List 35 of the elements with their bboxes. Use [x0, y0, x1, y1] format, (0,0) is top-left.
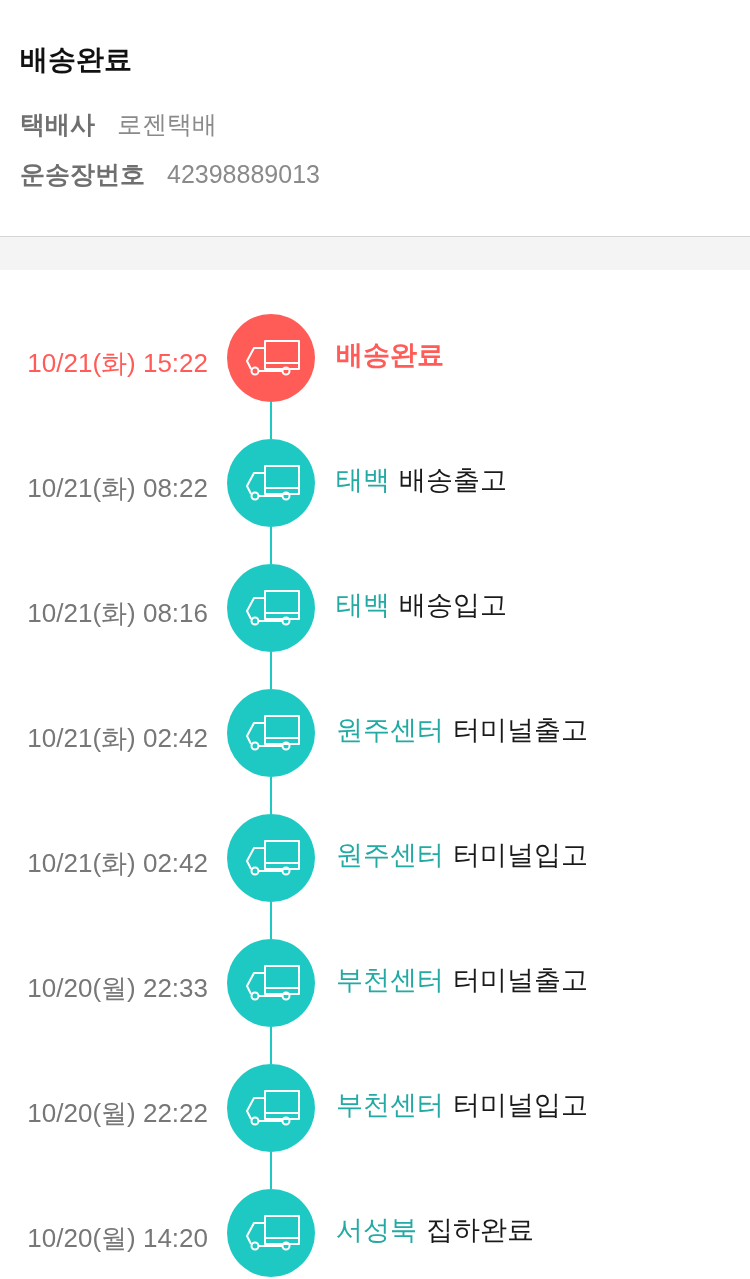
event-time: 10/20(월) 22:33 — [27, 971, 208, 1005]
event-status: 터미널출고 — [453, 963, 588, 997]
event-time: 10/20(월) 14:20 — [27, 1221, 208, 1255]
event-time: 10/21(화) 08:22 — [27, 471, 208, 505]
timeline-connector — [270, 1027, 272, 1064]
event-status: 터미널입고 — [453, 838, 588, 872]
event-status: 터미널출고 — [453, 713, 588, 747]
field-value: 로젠택배 — [117, 109, 217, 140]
event-status: 배송출고 — [399, 463, 507, 497]
event-time: 10/20(월) 22:22 — [27, 1096, 208, 1130]
timeline-connector — [270, 402, 272, 439]
event-location: 부천센터 — [336, 963, 444, 997]
event-location: 원주센터 — [336, 713, 444, 747]
event-status: 집하완료 — [426, 1213, 534, 1247]
field-label: 운송장번호 — [20, 159, 145, 190]
event-location: 부천센터 — [336, 1088, 444, 1122]
timeline-connector — [270, 902, 272, 939]
event-location: 태백 — [336, 588, 390, 622]
delivery-status-title: 배송완료 — [20, 43, 132, 77]
event-status: 배송완료 — [336, 338, 444, 372]
event-location: 원주센터 — [336, 838, 444, 872]
event-time: 10/21(화) 15:22 — [27, 346, 208, 380]
field-value: 42398889013 — [167, 159, 320, 190]
field-label: 택배사 — [20, 109, 95, 140]
event-status: 배송입고 — [399, 588, 507, 622]
timeline-connector — [270, 527, 272, 564]
event-status: 터미널입고 — [453, 1088, 588, 1122]
timeline-connector — [270, 1152, 272, 1189]
timeline-connector — [270, 652, 272, 689]
event-time: 10/21(화) 02:42 — [27, 721, 208, 755]
timeline-connector — [270, 777, 272, 814]
event-location: 태백 — [336, 463, 390, 497]
event-time: 10/21(화) 08:16 — [27, 596, 208, 630]
event-time: 10/21(화) 02:42 — [27, 846, 208, 880]
event-location: 서성북 — [336, 1213, 417, 1247]
